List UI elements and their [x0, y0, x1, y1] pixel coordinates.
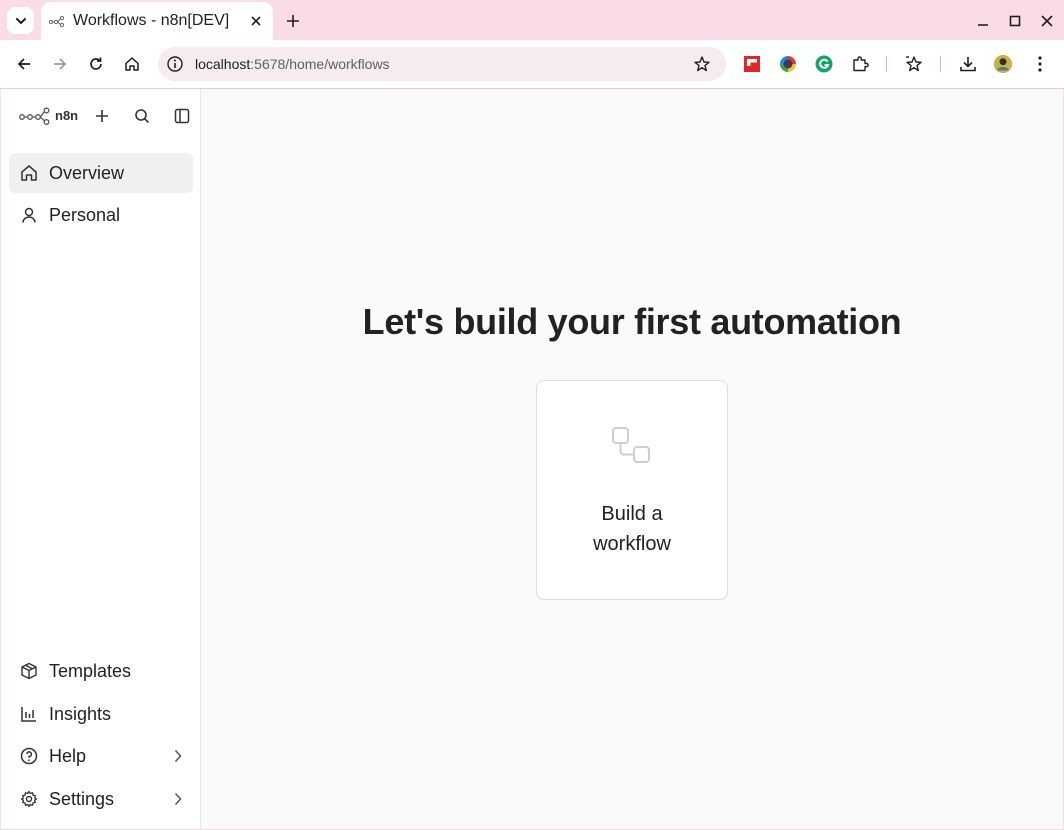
build-workflow-card[interactable]: Build a workflow — [536, 380, 728, 600]
box-icon — [19, 661, 39, 681]
arrow-left-icon — [17, 58, 30, 70]
flipboard-icon — [744, 56, 760, 72]
puzzle-icon — [853, 56, 869, 72]
tab-search-button[interactable] — [7, 7, 34, 34]
n8n-favicon-icon — [49, 15, 65, 28]
sidebar: n8n Overview Personal Templates Insights… — [1, 89, 201, 829]
grammarly-icon — [815, 55, 833, 73]
collapse-sidebar-button[interactable] — [172, 106, 192, 126]
sidebar-item-help[interactable]: Help — [9, 736, 193, 776]
search-button[interactable] — [132, 106, 152, 126]
plus-icon — [287, 15, 299, 27]
downloads-button[interactable] — [958, 54, 978, 74]
close-icon — [251, 16, 261, 26]
avatar — [993, 54, 1013, 74]
chevron-right-icon — [171, 748, 185, 764]
info-icon[interactable] — [166, 55, 184, 73]
extensions-button[interactable] — [850, 54, 870, 74]
maximize-button[interactable] — [1006, 12, 1024, 30]
sidebar-toggle-icon — [174, 108, 190, 124]
logo-text: n8n — [55, 108, 79, 123]
chevron-right-icon — [171, 791, 185, 807]
new-tab-button[interactable] — [282, 10, 304, 32]
bar-chart-icon — [19, 704, 39, 724]
profile-button[interactable] — [993, 54, 1013, 74]
sidebar-item-overview[interactable]: Overview — [9, 153, 193, 193]
gear-icon — [19, 789, 39, 809]
create-button[interactable] — [92, 106, 112, 126]
plus-icon — [96, 110, 108, 122]
home-icon — [19, 163, 39, 183]
more-vertical-icon — [1038, 56, 1042, 72]
browser-tab[interactable]: Workflows - n8n[DEV] — [41, 2, 273, 40]
back-button[interactable] — [12, 52, 36, 76]
sidebar-item-label: Insights — [49, 704, 112, 724]
close-window-button[interactable] — [1038, 12, 1056, 30]
tab-title: Workflows - n8n[DEV] — [73, 12, 230, 29]
toolbar-divider — [940, 56, 941, 72]
home-icon — [125, 57, 139, 71]
workflow-nodes-icon — [612, 427, 650, 463]
maximize-icon — [1009, 15, 1021, 27]
sidebar-item-settings[interactable]: Settings — [9, 779, 193, 819]
color-picker-icon — [780, 56, 796, 72]
close-icon — [1041, 15, 1053, 27]
chevron-down-icon — [15, 17, 26, 24]
reload-icon — [90, 57, 102, 70]
sidebar-item-label: Personal — [49, 205, 121, 225]
bookmarks-button[interactable] — [904, 54, 924, 74]
home-button[interactable] — [120, 52, 144, 76]
url-text: localhost:5678/home/workflows — [195, 56, 390, 72]
card-label: Build a workflow — [593, 503, 671, 555]
download-icon — [960, 57, 976, 72]
sidebar-item-label: Settings — [49, 789, 115, 809]
reload-button[interactable] — [84, 52, 108, 76]
address-bar[interactable]: localhost:5678/home/workflows — [158, 47, 726, 81]
forward-button[interactable] — [48, 52, 72, 76]
sidebar-item-label: Help — [49, 746, 87, 766]
n8n-app: n8n Overview Personal Templates Insights… — [1, 89, 1063, 829]
sidebar-item-personal[interactable]: Personal — [9, 195, 193, 235]
sidebar-item-label: Overview — [49, 163, 125, 183]
main-content: Let's build your first automation Build … — [201, 89, 1063, 829]
tab-close-button[interactable] — [247, 12, 265, 30]
extension-grammarly[interactable] — [814, 54, 834, 74]
extension-flipboard[interactable] — [742, 54, 762, 74]
minimize-button[interactable] — [974, 12, 992, 30]
minimize-icon — [978, 24, 988, 26]
star-list-icon — [906, 56, 922, 72]
sidebar-item-label: Templates — [49, 661, 132, 681]
chrome-menu-button[interactable] — [1030, 54, 1050, 74]
browser-tab-strip: Workflows - n8n[DEV] — [0, 0, 1064, 40]
arrow-right-icon — [54, 58, 67, 70]
sidebar-item-insights[interactable]: Insights — [9, 694, 193, 734]
browser-toolbar: localhost:5678/home/workflows — [0, 40, 1064, 89]
bookmark-star-icon[interactable] — [693, 55, 711, 73]
extension-color[interactable] — [778, 54, 798, 74]
search-icon — [135, 109, 150, 124]
help-circle-icon — [19, 746, 39, 766]
toolbar-divider — [886, 56, 887, 72]
n8n-logo-icon — [19, 107, 50, 125]
page-title: Let's build your first automation — [362, 301, 902, 342]
sidebar-item-templates[interactable]: Templates — [9, 651, 193, 691]
user-icon — [19, 205, 39, 225]
